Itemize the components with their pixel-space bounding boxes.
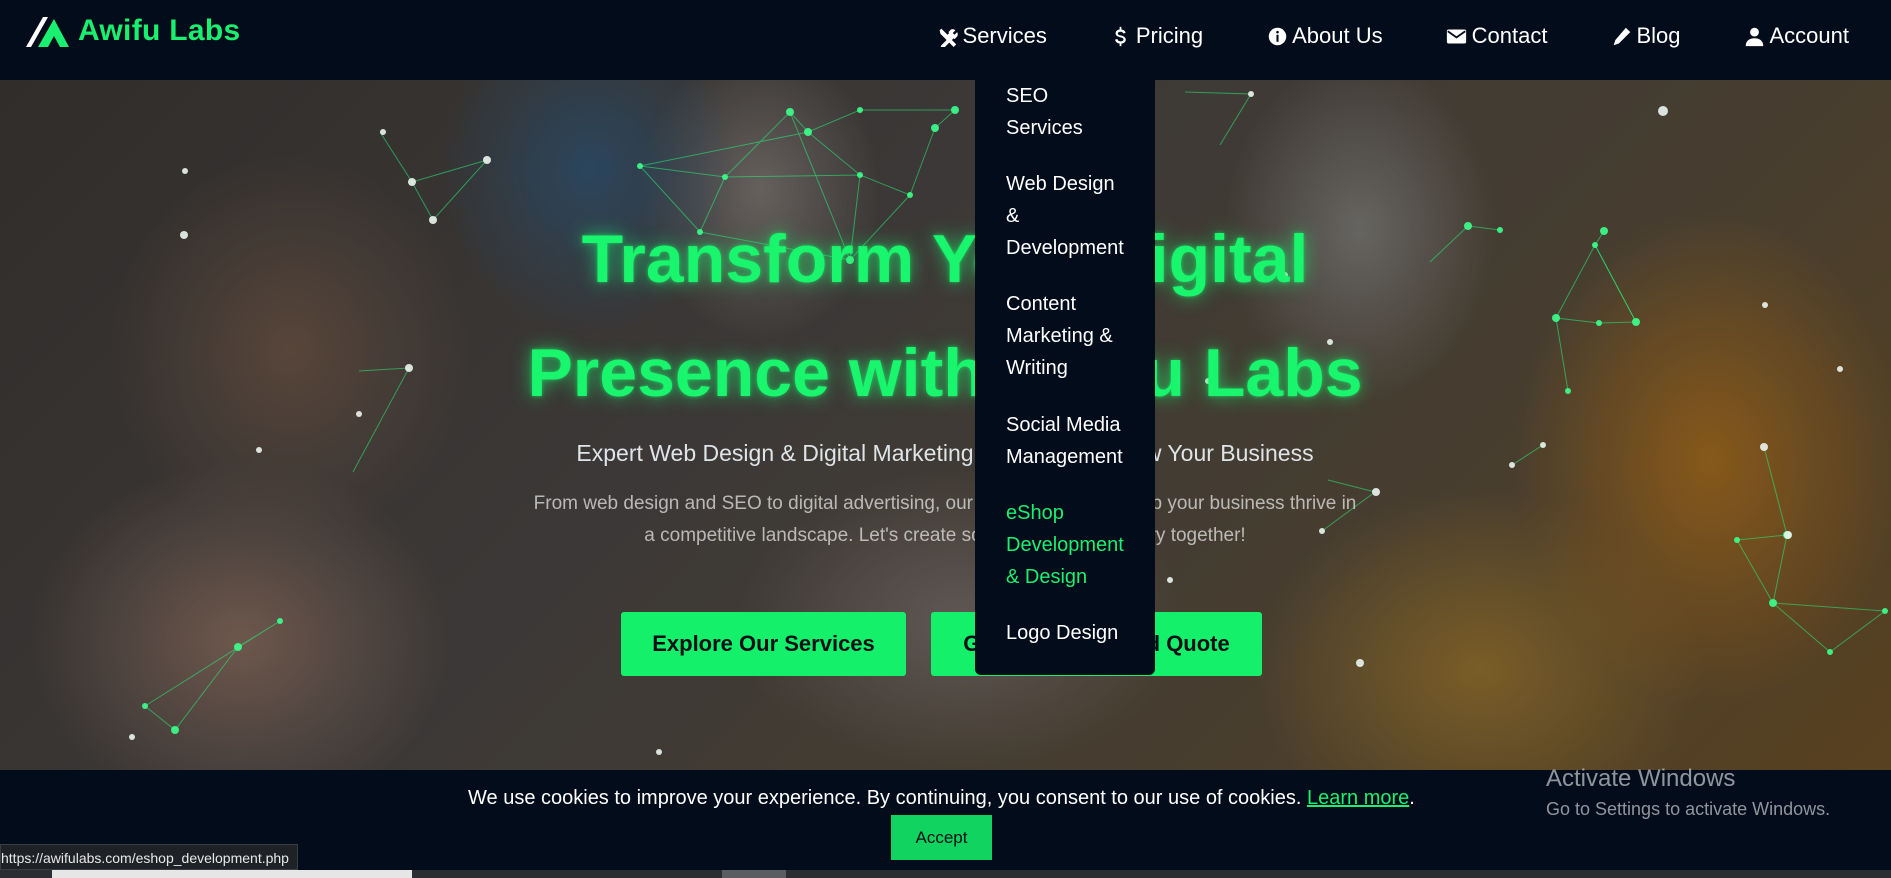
activate-windows-title: Activate Windows <box>1546 765 1736 792</box>
pencil-icon <box>1609 24 1633 48</box>
nav-blog[interactable]: Blog <box>1609 23 1681 49</box>
dropdown-item-label: Content <box>1006 293 1077 315</box>
tools-icon <box>936 24 960 48</box>
nav-about-us-label: About Us <box>1292 23 1383 48</box>
dropdown-item-label: eShop <box>1006 502 1064 524</box>
info-icon <box>1265 24 1289 48</box>
nav-services-label: Services <box>962 23 1047 48</box>
dropdown-item-label: Writing <box>1006 357 1068 379</box>
taskbar-edge <box>0 870 1891 878</box>
hero-description: From web design and SEO to digital adver… <box>430 488 1460 552</box>
accept-cookies-button[interactable]: Accept <box>891 815 992 860</box>
dropdown-item-eshop-development[interactable]: eShop Development & Design <box>1006 497 1146 593</box>
user-icon <box>1743 24 1767 48</box>
dropdown-item-label: Development <box>1006 534 1124 556</box>
nav-account-label: Account <box>1769 23 1850 48</box>
dropdown-item-label: Services <box>1006 117 1083 139</box>
cookie-message: We use cookies to improve your experienc… <box>468 787 1415 810</box>
dropdown-item-label: Marketing & <box>1006 325 1113 347</box>
dropdown-item-logo-design[interactable]: Logo Design <box>1006 617 1146 649</box>
nav-blog-label: Blog <box>1636 23 1681 48</box>
nav-pricing-label: Pricing <box>1135 23 1204 48</box>
dropdown-item-web-design[interactable]: Web Design & Development <box>1006 168 1146 264</box>
dropdown-item-social-media[interactable]: Social Media Management <box>1006 409 1146 473</box>
nav-account[interactable]: Account <box>1743 23 1850 49</box>
dropdown-item-label: Management <box>1006 446 1123 468</box>
hero-description-line-2: a competitive landscape. Let's create so… <box>644 525 1246 546</box>
cookie-message-period: . <box>1409 787 1415 809</box>
taskbar-segment <box>722 870 786 878</box>
nav-pricing[interactable]: Pricing <box>1109 23 1203 49</box>
activate-windows-subtitle: Go to Settings to activate Windows. <box>1546 799 1831 819</box>
envelope-icon <box>1445 24 1469 48</box>
nav-contact-label: Contact <box>1471 23 1548 48</box>
services-dropdown-menu: SEO Services Web Design & Development Co… <box>975 80 1155 675</box>
brand-logo[interactable]: Awifu Labs <box>24 14 240 48</box>
hero-title-line-1: Transform Your Digital <box>581 221 1309 297</box>
dropdown-item-label: & <box>1006 205 1020 227</box>
nav-services[interactable]: Services <box>936 23 1047 49</box>
learn-more-link[interactable]: Learn more <box>1307 787 1409 809</box>
dropdown-item-label: SEO <box>1006 85 1049 107</box>
dropdown-item-label: Logo Design <box>1006 622 1119 644</box>
navbar: Awifu Labs Services Pricing About Us Con… <box>0 0 1891 80</box>
hero-subtitle: Expert Web Design & Digital Marketing So… <box>576 440 1314 466</box>
hero-title-line-2: Presence with Awifu Labs <box>527 335 1363 411</box>
main-nav: Services Pricing About Us Contact Blog A… <box>874 0 1849 72</box>
dropdown-item-label: Web Design <box>1006 173 1115 195</box>
explore-services-button[interactable]: Explore Our Services <box>621 612 906 676</box>
logo-mark-icon <box>26 17 69 47</box>
hero-description-line-1: From web design and SEO to digital adver… <box>533 493 1357 514</box>
link-hover-status-url: https://awifulabs.com/eshop_development.… <box>0 844 298 870</box>
activate-windows-watermark: Activate Windows Go to Settings to activ… <box>1546 765 1830 820</box>
dropdown-item-label: & Design <box>1006 566 1088 588</box>
nav-contact[interactable]: Contact <box>1445 23 1548 49</box>
taskbar-segment <box>52 870 412 878</box>
brand-name: Awifu Labs <box>78 14 241 47</box>
dropdown-item-label: Social Media <box>1006 414 1121 436</box>
dropdown-item-content-marketing[interactable]: Content Marketing & Writing <box>1006 288 1146 384</box>
dollar-icon <box>1109 24 1133 48</box>
hero-section: Transform Your Digital Presence with Awi… <box>0 80 1891 770</box>
nav-about-us[interactable]: About Us <box>1265 23 1383 49</box>
dropdown-item-label: Development <box>1006 237 1124 259</box>
cookie-message-text: We use cookies to improve your experienc… <box>468 787 1302 809</box>
dropdown-item-seo-services[interactable]: SEO Services <box>1006 80 1146 144</box>
